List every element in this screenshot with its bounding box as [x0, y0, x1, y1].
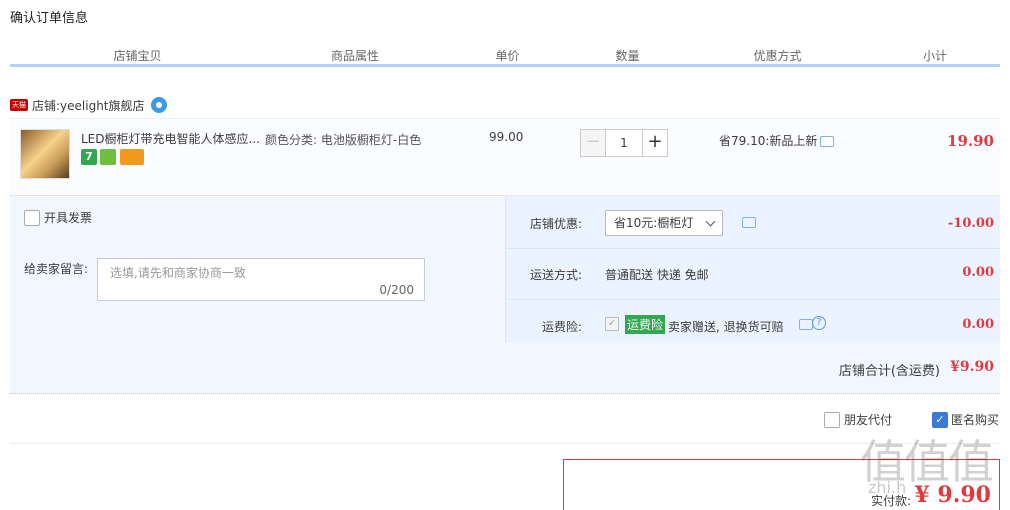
shop-total-amount: ¥9.90 — [950, 359, 994, 375]
product-thumbnail[interactable] — [20, 129, 70, 179]
shop-total-label: 店铺合计(含运费) — [838, 364, 940, 379]
shop-name-link[interactable]: yeelight旗舰店 — [60, 97, 144, 114]
column-header-subtotal: 小计 — [922, 49, 947, 63]
promotion-info: 省79.10:新品上新 — [719, 132, 835, 149]
credit-card-icon[interactable] — [120, 149, 144, 165]
seven-day-return-icon[interactable]: 7 — [81, 149, 97, 165]
quantity-increase-button[interactable]: + — [642, 129, 668, 157]
product-attributes: 颜色分类: 电池版橱柜灯-白色 — [265, 133, 422, 147]
chevron-down-icon — [705, 216, 716, 227]
quantity-stepper: − 1 + — [580, 129, 668, 157]
item-subtotal: 19.90 — [947, 132, 994, 150]
column-header-discount: 优惠方式 — [753, 49, 802, 63]
header-divider — [10, 64, 1000, 67]
left-pane: 开具发票 给卖家留言: 选填,请先和商家协商一致 0/200 — [10, 196, 505, 344]
column-header-unit-price: 单价 — [495, 49, 520, 63]
invoice-checkbox[interactable] — [24, 209, 40, 226]
shipping-label: 运送方式: — [529, 268, 582, 282]
message-icon[interactable] — [799, 319, 813, 330]
shipping-method: 普通配送 快递 免邮 — [605, 268, 709, 282]
coupon-selected-value: 省10元:橱柜灯 — [614, 216, 694, 230]
shop-discount-amount: -10.00 — [947, 216, 994, 231]
insurance-description: 卖家赠送, 退换货可赔 — [668, 320, 784, 334]
quantity-input[interactable]: 1 — [606, 129, 642, 157]
insurance-tag: 运费险 — [625, 315, 666, 334]
column-header-item: 店铺宝贝 — [113, 49, 162, 63]
shipping-amount: 0.00 — [962, 265, 994, 280]
unit-price: 99.00 — [489, 130, 524, 144]
invoice-label: 开具发票 — [44, 211, 93, 225]
column-header-attributes: 商品属性 — [330, 49, 379, 63]
message-icon[interactable] — [742, 217, 756, 228]
shop-discount-label: 店铺优惠: — [529, 217, 582, 231]
tmall-icon: 天猫 — [10, 99, 28, 111]
shop-label: 店铺: — [32, 98, 61, 113]
seller-message-input[interactable]: 选填,请先和商家协商一致 0/200 — [97, 258, 425, 301]
watermark-text: zhi.h — [868, 478, 907, 497]
message-placeholder: 选填,请先和商家协商一致 — [110, 266, 246, 280]
product-title-link[interactable]: LED橱柜灯带充电智能人体感应... — [81, 130, 263, 147]
insurance-amount: 0.00 — [962, 317, 994, 332]
insurance-checkbox[interactable]: ✓ — [605, 317, 619, 331]
quantity-decrease-button[interactable]: − — [580, 129, 606, 157]
friend-pay-checkbox[interactable] — [824, 411, 840, 428]
shop-header: 天猫 店铺: yeelight旗舰店 — [10, 96, 167, 114]
right-pane: 店铺优惠: 省10元:橱柜灯 -10.00 运送方式: 普通配送 快递 免邮 0… — [506, 196, 1000, 344]
section-divider — [10, 443, 1000, 444]
shop-total-row: 店铺合计(含运费) ¥9.90 — [10, 343, 1000, 394]
promotion-text: 省79.10:新品上新 — [719, 134, 818, 148]
help-icon[interactable]: ? — [812, 316, 826, 330]
page-title: 确认订单信息 — [10, 11, 89, 26]
message-icon[interactable] — [820, 136, 835, 147]
seller-message-label: 给卖家留言: — [24, 262, 89, 276]
shipping-row: 运送方式: 普通配送 快递 免邮 0.00 — [506, 249, 1000, 299]
coupon-select[interactable]: 省10元:橱柜灯 — [605, 210, 723, 236]
invoice-option[interactable]: 开具发票 — [24, 209, 92, 226]
shop-discount-row: 店铺优惠: 省10元:橱柜灯 -10.00 — [506, 196, 1000, 248]
order-item-row: LED橱柜灯带充电智能人体感应... 7 颜色分类: 电池版橱柜灯-白色 99.… — [10, 118, 1000, 194]
order-detail-panel: 开具发票 给卖家留言: 选填,请先和商家协商一致 0/200 店铺优惠: 省10… — [10, 195, 1000, 344]
service-guarantee-icon[interactable] — [100, 149, 116, 165]
column-header-quantity: 数量 — [615, 49, 640, 63]
chat-icon[interactable] — [150, 97, 167, 113]
message-char-count: 0/200 — [379, 283, 414, 297]
row-divider — [506, 299, 1000, 300]
insurance-label: 运费险: — [541, 320, 582, 334]
